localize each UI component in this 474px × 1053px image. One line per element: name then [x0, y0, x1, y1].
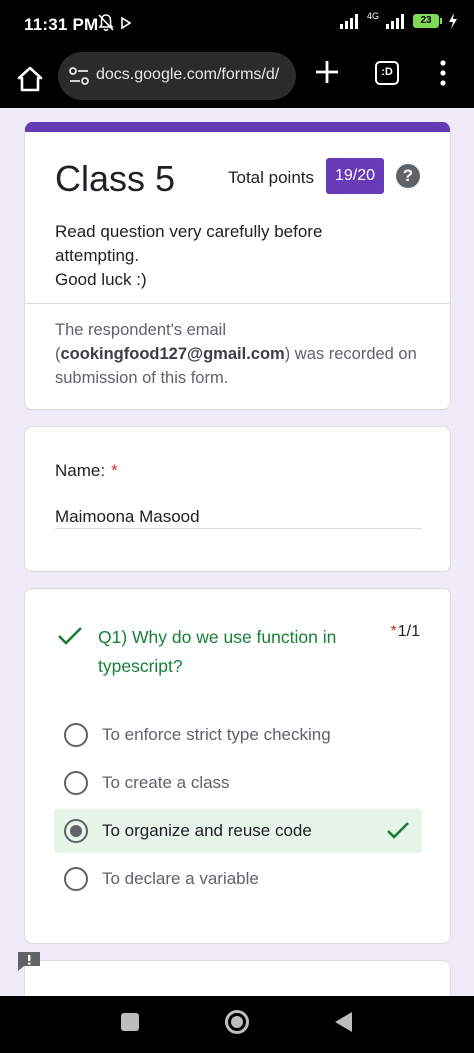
option-label: To organize and reuse code — [102, 821, 312, 840]
next-question-card — [24, 960, 451, 996]
bell-off-icon — [98, 14, 114, 32]
question-1-score: *1/1 — [391, 623, 420, 641]
back-button[interactable] — [335, 1012, 352, 1032]
total-points-label: Total points — [228, 168, 314, 187]
question-1-text: Q1) Why do we use function in typescript… — [98, 627, 337, 676]
play-icon — [121, 16, 132, 30]
name-answer: Maimoona Masood — [55, 507, 200, 526]
system-nav-bar — [0, 996, 474, 1053]
name-question-label: Name: * — [55, 461, 118, 481]
network-type: 4G — [366, 11, 379, 21]
status-system-icons: 4G 23 — [339, 11, 458, 29]
score-value: 1/1 — [397, 623, 420, 640]
email-recorded-note: The respondent's email (cookingfood127@g… — [55, 318, 425, 390]
option-organize-reuse-code[interactable]: To organize and reuse code — [54, 809, 422, 853]
name-question-card: Name: * Maimoona Masood — [24, 426, 451, 572]
tab-switcher-button[interactable]: :D — [375, 61, 399, 85]
divider — [25, 303, 450, 304]
charging-bolt-icon — [449, 13, 457, 29]
new-tab-icon[interactable] — [314, 59, 340, 85]
option-label: To declare a variable — [102, 869, 259, 888]
radio-button-selected[interactable] — [64, 819, 88, 843]
required-asterisk: * — [111, 461, 118, 480]
status-notification-icons — [98, 14, 132, 32]
address-bar[interactable]: docs.google.com/forms/d/ — [58, 52, 296, 100]
respondent-email: cookingfood127@gmail.com — [60, 345, 285, 363]
description-line: Read question very carefully before — [55, 222, 323, 241]
correct-answer-check-icon — [387, 822, 409, 839]
option-label: To create a class — [102, 773, 230, 792]
battery-icon: 23 — [413, 14, 442, 28]
option-create-class[interactable]: To create a class — [54, 761, 422, 805]
total-points-badge: 19/20 — [326, 158, 384, 194]
url-text[interactable]: docs.google.com/forms/d/ — [96, 66, 288, 84]
signal-icon-2 — [386, 14, 404, 29]
name-label-text: Name: — [55, 461, 106, 480]
recents-button[interactable] — [121, 1013, 139, 1031]
option-enforce-type-checking[interactable]: To enforce strict type checking — [54, 713, 422, 757]
form-header-card: Class 5 Total points 19/20 ? Read questi… — [24, 122, 451, 410]
status-time: 11:31 PM — [24, 15, 99, 34]
radio-button[interactable] — [64, 771, 88, 795]
form-description: Read question very carefully before atte… — [55, 220, 405, 292]
status-bar: 11:31 PM 4G 23 — [0, 0, 474, 50]
required-asterisk: * — [390, 623, 397, 640]
answer-underline — [55, 528, 422, 529]
form-title: Class 5 — [55, 158, 176, 199]
home-button[interactable] — [225, 1010, 249, 1034]
browser-toolbar: docs.google.com/forms/d/ :D — [0, 50, 474, 108]
battery-level: 23 — [413, 14, 439, 28]
description-line: Good luck :) — [55, 270, 147, 289]
home-icon[interactable] — [14, 63, 46, 95]
description-line: attempting. — [55, 246, 140, 265]
question-1-card: Q1) Why do we use function in typescript… — [24, 588, 451, 944]
correct-check-icon — [58, 627, 82, 645]
site-settings-icon[interactable] — [68, 66, 90, 86]
option-label: To enforce strict type checking — [102, 725, 331, 744]
radio-button[interactable] — [64, 867, 88, 891]
form-page[interactable]: Class 5 Total points 19/20 ? Read questi… — [0, 108, 474, 996]
help-icon[interactable]: ? — [396, 164, 420, 188]
more-options-icon[interactable] — [436, 59, 450, 87]
radio-button[interactable] — [64, 723, 88, 747]
option-declare-variable[interactable]: To declare a variable — [54, 857, 422, 901]
feedback-icon[interactable] — [16, 950, 42, 972]
header-accent-bar — [25, 122, 450, 132]
signal-icon — [339, 14, 358, 29]
